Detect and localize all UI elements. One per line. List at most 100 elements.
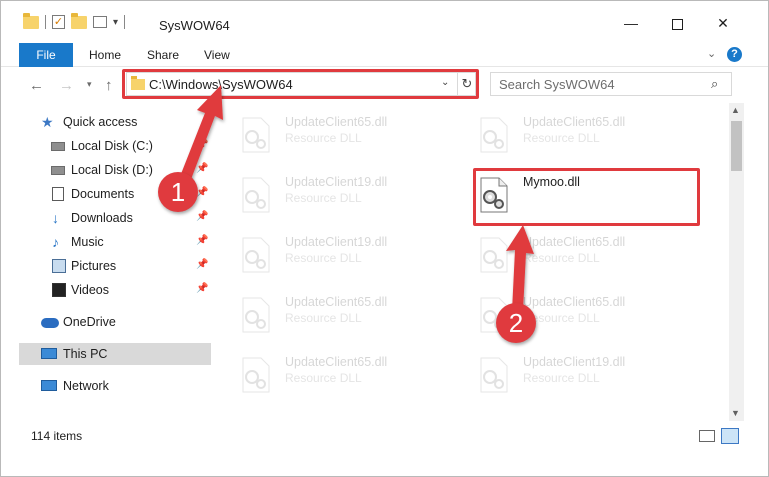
- new-folder-icon[interactable]: [71, 12, 87, 29]
- file-name: UpdateClient65.dll: [523, 115, 626, 129]
- separator: [124, 15, 126, 29]
- sidebar-item-label: Videos: [71, 283, 109, 297]
- drive-icon: [51, 166, 65, 175]
- dll-file-icon: [480, 357, 508, 393]
- tab-home[interactable]: Home: [89, 43, 121, 67]
- forward-arrow-icon[interactable]: →: [59, 77, 74, 94]
- file-name: UpdateClient65.dll: [285, 355, 388, 369]
- file-item[interactable]: UpdateClient65.dll Resource DLL: [464, 227, 689, 282]
- status-bar: 114 items: [1, 421, 768, 451]
- sidebar-item-label: Pictures: [71, 259, 117, 273]
- file-item[interactable]: UpdateClient19.dll Resource DLL: [226, 167, 451, 222]
- sidebar-item-network[interactable]: Network: [19, 375, 211, 397]
- close-button[interactable]: ✕: [700, 11, 746, 35]
- explorer-window: ✓ ▾ SysWOW64 — ✕ File Home Share View ⌄ …: [0, 0, 769, 477]
- pictures-icon: [52, 259, 66, 273]
- folder-icon[interactable]: [23, 12, 39, 29]
- scroll-up-icon[interactable]: ▲: [731, 105, 740, 115]
- navigation-pane: ★ Quick access Local Disk (C:) 📌 Local D…: [19, 107, 214, 421]
- file-list: UpdateClient65.dll Resource DLL UpdateCl…: [226, 103, 729, 421]
- minimize-button[interactable]: —: [608, 11, 654, 35]
- quick-access-toolbar: ✓ ▾: [23, 12, 126, 29]
- title-bar: ✓ ▾ SysWOW64 — ✕: [1, 1, 768, 39]
- customize-icon[interactable]: [93, 16, 107, 28]
- pin-icon[interactable]: 📌: [196, 235, 208, 246]
- qat-dropdown-icon[interactable]: ▾: [113, 17, 118, 28]
- file-item[interactable]: UpdateClient65.dll Resource DLL: [226, 287, 451, 342]
- tab-view[interactable]: View: [204, 43, 230, 67]
- file-type: Resource DLL: [523, 371, 600, 385]
- dll-file-icon: [242, 357, 270, 393]
- file-item[interactable]: UpdateClient65.dll Resource DLL: [464, 107, 689, 162]
- dll-file-icon: [242, 117, 270, 153]
- file-type: Resource DLL: [523, 131, 600, 145]
- pin-icon[interactable]: 📌: [196, 211, 208, 222]
- file-type: Resource DLL: [523, 251, 600, 265]
- file-type: Resource DLL: [285, 311, 362, 325]
- details-view-icon[interactable]: [699, 430, 715, 442]
- dll-file-icon: [480, 237, 508, 273]
- file-name: UpdateClient19.dll: [285, 235, 388, 249]
- window-title: SysWOW64: [159, 18, 230, 33]
- sidebar-item-label: OneDrive: [63, 315, 116, 329]
- back-arrow-icon[interactable]: ←: [29, 77, 44, 94]
- sidebar-item-label: Downloads: [71, 211, 133, 225]
- maximize-button[interactable]: [654, 11, 700, 35]
- pin-icon[interactable]: 📌: [196, 139, 208, 150]
- sidebar-item-label: Network: [63, 379, 109, 393]
- dll-file-icon: [242, 237, 270, 273]
- file-item[interactable]: UpdateClient65.dll Resource DLL: [226, 107, 451, 162]
- network-icon: [41, 380, 57, 391]
- scrollbar-thumb[interactable]: [731, 121, 742, 171]
- pin-icon[interactable]: 📌: [196, 283, 208, 294]
- recent-locations-icon[interactable]: ▾: [87, 79, 92, 90]
- dll-file-icon: [480, 117, 508, 153]
- sidebar-item-label: Music: [71, 235, 104, 249]
- pin-icon[interactable]: 📌: [196, 259, 208, 270]
- file-name: UpdateClient65.dll: [523, 295, 626, 309]
- ribbon-tabs: File Home Share View ⌄ ?: [1, 41, 768, 67]
- sidebar-item-label: This PC: [63, 347, 108, 361]
- up-arrow-icon[interactable]: ↑: [105, 77, 113, 94]
- drive-icon: [51, 142, 65, 151]
- file-name: UpdateClient65.dll: [523, 235, 626, 249]
- scroll-down-icon[interactable]: ▼: [731, 408, 740, 418]
- tab-share[interactable]: Share: [147, 43, 179, 67]
- star-icon: ★: [41, 114, 54, 130]
- file-name: UpdateClient65.dll: [285, 115, 388, 129]
- step-1-badge: 1: [158, 172, 198, 212]
- file-item[interactable]: UpdateClient19.dll Resource DLL: [464, 347, 689, 402]
- music-icon: ♪: [52, 234, 59, 250]
- file-name: UpdateClient65.dll: [285, 295, 388, 309]
- tab-file[interactable]: File: [19, 43, 73, 67]
- large-icons-view-icon[interactable]: [721, 428, 739, 444]
- pin-icon[interactable]: 📌: [196, 163, 208, 174]
- separator: [45, 15, 46, 29]
- sidebar-item-quick-access[interactable]: ★ Quick access: [19, 111, 211, 133]
- file-name: UpdateClient19.dll: [523, 355, 626, 369]
- file-item[interactable]: UpdateClient19.dll Resource DLL: [226, 227, 451, 282]
- search-icon[interactable]: ⌕: [711, 76, 718, 92]
- properties-check-icon[interactable]: ✓: [52, 15, 65, 29]
- step-2-badge: 2: [496, 303, 536, 343]
- sidebar-item-videos[interactable]: Videos 📌: [19, 279, 211, 301]
- file-type: Resource DLL: [285, 191, 362, 205]
- navigation-row: ← → ▾ ↑ C:\Windows\SysWOW64 ⌄ ↻ Search S…: [1, 69, 768, 101]
- sidebar-item-local-disk-c[interactable]: Local Disk (C:) 📌: [19, 135, 211, 157]
- vertical-scrollbar[interactable]: ▲ ▼: [729, 103, 744, 421]
- file-item[interactable]: UpdateClient65.dll Resource DLL: [226, 347, 451, 402]
- file-type: Resource DLL: [285, 251, 362, 265]
- sidebar-item-label: Documents: [71, 187, 135, 201]
- help-icon[interactable]: ?: [727, 47, 742, 62]
- sidebar-item-pictures[interactable]: Pictures 📌: [19, 255, 211, 277]
- search-box[interactable]: Search SysWOW64 ⌕: [490, 72, 732, 96]
- file-name: UpdateClient19.dll: [285, 175, 388, 189]
- sidebar-item-this-pc[interactable]: This PC: [19, 343, 211, 365]
- search-placeholder[interactable]: Search SysWOW64: [499, 77, 615, 92]
- file-type: Resource DLL: [285, 131, 362, 145]
- documents-icon: [52, 187, 64, 201]
- expand-ribbon-icon[interactable]: ⌄: [707, 47, 716, 60]
- sidebar-item-music[interactable]: ♪ Music 📌: [19, 231, 211, 253]
- sidebar-item-onedrive[interactable]: OneDrive: [19, 311, 211, 333]
- address-highlight-box: [122, 69, 479, 99]
